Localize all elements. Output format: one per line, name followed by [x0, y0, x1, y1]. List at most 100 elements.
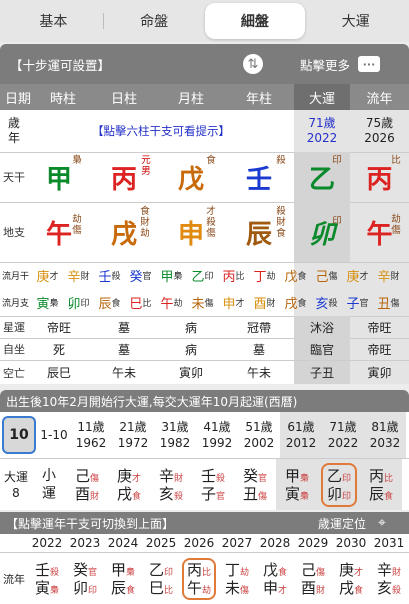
liuyue-cell[interactable]: 庚才 — [342, 266, 373, 285]
liuyuez-cell[interactable]: 申才 — [218, 293, 249, 312]
year-cell[interactable]: 2031 — [370, 534, 408, 552]
year-cell[interactable]: 2023 — [66, 534, 104, 552]
liunian-header: 【點擊運年干支可切換到上面】 歲運定位 ⌖ — [0, 512, 409, 534]
dayun-first-box[interactable]: 10 — [2, 416, 36, 454]
tab-detail[interactable]: 細盤 — [204, 3, 306, 39]
columns-header: 日期 時柱 日柱 月柱 年柱 大運 流年 — [0, 84, 409, 110]
tg-month[interactable]: 戊食 — [158, 152, 224, 202]
zz-day: 墓 — [117, 342, 130, 357]
dayun-age-cell[interactable]: 81歲 2032 — [364, 412, 406, 458]
liuyue-gan-label: 流月干 — [2, 272, 30, 282]
liuyue-cell[interactable]: 癸官 — [125, 266, 156, 285]
liuyuez-cell[interactable]: 丑傷 — [373, 293, 404, 312]
liuyuez-cell[interactable]: 酉財 — [249, 293, 280, 312]
ten-step-title[interactable]: 【十步運可設置】 — [10, 55, 110, 74]
liunian-gz-cell[interactable]: 己傷 酉財 — [294, 553, 332, 604]
liunian-gz-cell[interactable]: 丁劫 未傷 — [218, 553, 256, 604]
dz-hour[interactable]: 午劫傷 — [28, 202, 90, 262]
dayun-age-cell[interactable]: 21歲 1972 — [112, 412, 154, 458]
liunian-gz-cell[interactable]: 丙比 午劫 — [180, 553, 218, 604]
dz-liunian[interactable]: 午劫傷 — [350, 202, 409, 262]
col-dayun: 大運 — [294, 84, 350, 110]
liuyuez-cell[interactable]: 午劫 — [156, 293, 187, 312]
locate-label[interactable]: 歲運定位 — [318, 515, 366, 532]
tg-day[interactable]: 丙元男 — [90, 152, 158, 202]
dz-day[interactable]: 戌食財劫 — [90, 202, 158, 262]
liuyue-cell[interactable]: 辛財 — [373, 266, 404, 285]
year-cell[interactable]: 2025 — [142, 534, 180, 552]
dayun-gz-cell[interactable]: 庚才 戌食 — [108, 459, 150, 510]
tg-year[interactable]: 壬殺 — [224, 152, 294, 202]
liunian-gz-cell[interactable]: 戊食 申才 — [256, 553, 294, 604]
liuyue-cell[interactable]: 庚才 — [32, 266, 63, 285]
dz-dayun[interactable]: 卯印 — [294, 202, 350, 262]
liuyuez-cell[interactable]: 子官 — [342, 293, 373, 312]
year-cell[interactable]: 2026 — [180, 534, 218, 552]
tg-hour[interactable]: 甲梟 — [28, 152, 90, 202]
liunian-gz-cell[interactable]: 庚才 戌食 — [332, 553, 370, 604]
zz-year: 墓 — [252, 342, 265, 357]
liunian-gz-cell[interactable]: 癸官 卯印 — [66, 553, 104, 604]
liuyuez-cell[interactable]: 亥殺 — [311, 293, 342, 312]
dayun-gz-cell[interactable]: 癸官 丑傷 — [234, 459, 276, 510]
liunian-age[interactable]: 75歲 2026 — [350, 110, 409, 152]
liuyuez-cell[interactable]: 未傷 — [187, 293, 218, 312]
liuyue-cell[interactable]: 壬殺 — [94, 266, 125, 285]
dayun-gz-cell[interactable]: 己傷 酉財 — [66, 459, 108, 510]
liuyuez-cell[interactable]: 卯印 — [63, 293, 94, 312]
year-cell[interactable]: 2022 — [28, 534, 66, 552]
tg-dayun[interactable]: 乙印 — [294, 152, 350, 202]
liuyue-cell[interactable]: 己傷 — [311, 266, 342, 285]
liuyue-cell[interactable]: 丙比 — [218, 266, 249, 285]
dayun-gz-cell[interactable]: 甲梟 寅梟 — [276, 459, 318, 510]
liuyue-cell[interactable]: 甲梟 — [156, 266, 187, 285]
xiaoyun[interactable]: 小運 — [32, 459, 66, 510]
liunian-gz-cell[interactable]: 甲梟 辰食 — [104, 553, 142, 604]
tab-basic[interactable]: 基本 — [3, 3, 104, 39]
dayun-range[interactable]: 1-10 — [38, 412, 70, 458]
year-cell[interactable]: 2024 — [104, 534, 142, 552]
dayun-age-cell[interactable]: 51歲 2002 — [238, 412, 280, 458]
liuyue-cell[interactable]: 戊食 — [280, 266, 311, 285]
dayun-gz-cell[interactable]: 壬殺 子官 — [192, 459, 234, 510]
tg-liunian[interactable]: 丙比 — [350, 152, 409, 202]
liunian-gz-cell[interactable]: 壬殺 寅梟 — [28, 553, 66, 604]
liunian-table: 2022 2023 2024 2025 2026 2027 2028 2029 2030 2031… — [0, 534, 409, 604]
locate-icon[interactable]: ⌖ — [378, 515, 386, 531]
more-label[interactable]: 點擊更多 — [300, 55, 350, 74]
year-cell[interactable]: 2027 — [218, 534, 256, 552]
age-label: 歲年 — [7, 116, 20, 145]
liunian-gz-cell[interactable]: 辛財 亥殺 — [370, 553, 408, 604]
dizhi-label: 地支 — [3, 226, 25, 239]
liuyue-cell[interactable]: 乙印 — [187, 266, 218, 285]
tab-chart[interactable]: 命盤 — [104, 3, 205, 39]
dayun-age-cell[interactable]: 71歲 2022 — [322, 412, 364, 458]
dayun-age-cell[interactable]: 61歲 2012 — [280, 412, 322, 458]
liuyuez-cell[interactable]: 戌食 — [280, 293, 311, 312]
liuyue-cell[interactable]: 丁劫 — [249, 266, 280, 285]
dayun-age-cell[interactable]: 11歲 1962 — [70, 412, 112, 458]
liuyuez-cell[interactable]: 辰食 — [94, 293, 125, 312]
more-icon[interactable]: ··· — [358, 56, 380, 72]
liunian-gz-cell[interactable]: 乙印 巳比 — [142, 553, 180, 604]
dayun-age-cell[interactable]: 31歲 1982 — [154, 412, 196, 458]
year-cell[interactable]: 2029 — [294, 534, 332, 552]
liuyuez-cell[interactable]: 巳比 — [125, 293, 156, 312]
zz-liunian: 帝旺 — [367, 342, 392, 357]
dz-year[interactable]: 辰殺財食 — [224, 202, 294, 262]
dayun-label: 大運 8 — [3, 469, 28, 500]
tab-dayun[interactable]: 大運 — [305, 3, 406, 39]
year-cell[interactable]: 2028 — [256, 534, 294, 552]
dayun-age[interactable]: 71歲 2022 — [294, 110, 350, 152]
dayun-gz-cell[interactable]: 乙印 卯印 — [318, 459, 360, 510]
dayun-age-cell[interactable]: 41歲 1992 — [196, 412, 238, 458]
dayun-gz-cell[interactable]: 丙比 辰食 — [360, 459, 402, 510]
year-cell[interactable]: 2030 — [332, 534, 370, 552]
liunian-hint[interactable]: 【點擊運年干支可切換到上面】 — [6, 515, 174, 532]
dayun-gz-cell[interactable]: 辛財 亥殺 — [150, 459, 192, 510]
swap-icon[interactable]: ⇅ — [243, 54, 263, 74]
dz-month[interactable]: 申才殺傷 — [158, 202, 224, 262]
hint-text[interactable]: 【點擊六柱干支可看提示】 — [28, 110, 294, 152]
liuyuez-cell[interactable]: 寅梟 — [32, 293, 63, 312]
liuyue-cell[interactable]: 辛財 — [63, 266, 94, 285]
